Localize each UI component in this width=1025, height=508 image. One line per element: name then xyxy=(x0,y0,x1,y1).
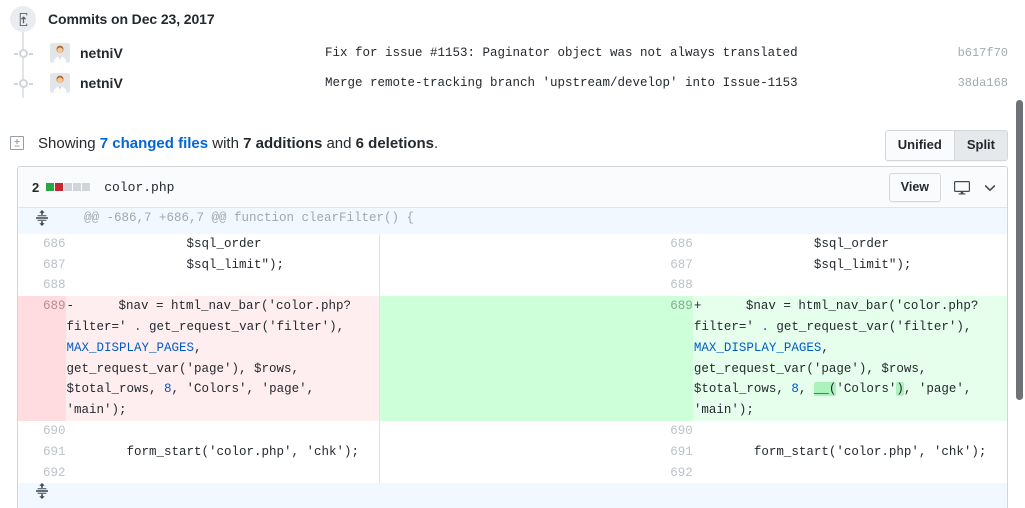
showing-and: and xyxy=(322,134,356,152)
avatar xyxy=(50,43,70,63)
diff-view-toggle[interactable]: Unified Split xyxy=(884,130,1008,161)
line-number-left[interactable]: 690 xyxy=(18,420,66,442)
code-cell-right[interactable]: $sql_order xyxy=(693,233,1007,255)
line-number-right[interactable]: 687 xyxy=(379,254,694,276)
line-number-left[interactable]: 688 xyxy=(18,275,66,297)
line-number-right[interactable]: 688 xyxy=(379,275,694,297)
line-number-right[interactable]: 689 xyxy=(379,296,694,421)
view-button[interactable]: View xyxy=(888,173,941,202)
diff-summary-text: Showing 7 changed files with 7 additions… xyxy=(38,135,438,152)
commit-author[interactable]: netniV xyxy=(80,75,123,91)
line-number-right[interactable]: 692 xyxy=(379,462,694,484)
code-cell-right[interactable] xyxy=(693,275,1007,297)
table-row-changed: 689 - $nav = html_nav_bar('color.php?fil… xyxy=(18,296,1007,421)
commit-author[interactable]: netniV xyxy=(80,45,123,61)
commit-message[interactable]: Fix for issue #1153: Paginator object wa… xyxy=(325,46,798,60)
table-row: 690 690 xyxy=(18,420,1007,442)
diffstat-blocks xyxy=(46,183,91,191)
commit-group-header: Commits on Dec 23, 2017 xyxy=(0,0,1025,38)
code-cell-right-added[interactable]: + $nav = html_nav_bar('color.php?filter=… xyxy=(693,296,1007,421)
file-name[interactable]: color.php xyxy=(104,180,174,195)
unfold-icon[interactable] xyxy=(18,208,66,234)
showing-suffix: . xyxy=(434,134,439,152)
code-cell-left[interactable] xyxy=(66,462,381,484)
diffstat-block-neutral xyxy=(73,183,82,191)
hunk-header-row: @@ -686,7 +686,7 @@ function clearFilter… xyxy=(18,208,1007,234)
chevron-down-icon[interactable] xyxy=(983,181,997,195)
code-cell-right[interactable] xyxy=(693,420,1007,442)
expand-bottom-area[interactable] xyxy=(66,483,1007,508)
line-number-left[interactable]: 686 xyxy=(18,233,66,255)
avatar xyxy=(50,73,70,93)
commit-group-title: Commits on Dec 23, 2017 xyxy=(48,11,215,27)
diffstat-block-neutral xyxy=(82,183,91,191)
table-row: 687 $sql_limit"); 687 $sql_limit"); xyxy=(18,254,1007,276)
diff-summary-bar: Showing 7 changed files with 7 additions… xyxy=(0,120,1025,166)
table-row: 692 692 xyxy=(18,462,1007,484)
deletions-count: 6 deletions xyxy=(355,134,435,152)
github-commits-diff-page: Commits on Dec 23, 2017 netniV Fix for i… xyxy=(0,0,1025,508)
commit-sha[interactable]: b617f70 xyxy=(958,46,1008,60)
file-header: 2 color.php View xyxy=(18,167,1007,208)
showing-with: with xyxy=(208,134,244,152)
file-diff-box: 2 color.php View @@ -686,7 +686,7 @@ fun… xyxy=(17,166,1008,508)
changed-files-link[interactable]: 7 changed files xyxy=(100,135,208,152)
table-row: 688 688 xyxy=(18,275,1007,297)
unfold-icon[interactable] xyxy=(18,483,66,508)
commit-message[interactable]: Merge remote-tracking branch 'upstream/d… xyxy=(325,76,798,90)
expand-bottom-row[interactable] xyxy=(18,483,1007,508)
commit-row[interactable]: netniV Fix for issue #1153: Paginator ob… xyxy=(0,38,1025,68)
code-cell-left[interactable]: $sql_order xyxy=(66,233,381,255)
tab-split[interactable]: Split xyxy=(953,131,1007,160)
scrollbar-thumb[interactable] xyxy=(1016,100,1023,400)
hunk-header-text: @@ -686,7 +686,7 @@ function clearFilter… xyxy=(66,208,1007,234)
git-commit-push-icon xyxy=(10,6,36,32)
tab-unified[interactable]: Unified xyxy=(885,131,954,160)
line-number-right[interactable]: 686 xyxy=(379,233,694,255)
file-actions: View xyxy=(888,167,997,208)
additions-count: 7 additions xyxy=(243,134,323,152)
code-cell-right[interactable]: $sql_limit"); xyxy=(693,254,1007,276)
table-row: 686 $sql_order 686 $sql_order xyxy=(18,233,1007,255)
line-number-left[interactable]: 692 xyxy=(18,462,66,484)
code-cell-right[interactable] xyxy=(693,462,1007,484)
line-number-left[interactable]: 687 xyxy=(18,254,66,276)
diffstat-count: 2 xyxy=(32,179,40,195)
code-cell-left[interactable]: form_start('color.php', 'chk'); xyxy=(66,441,381,463)
line-number-right[interactable]: 691 xyxy=(379,441,694,463)
code-cell-right[interactable]: form_start('color.php', 'chk'); xyxy=(693,441,1007,463)
addition-marker: + xyxy=(693,299,702,314)
diffstat-block-del xyxy=(55,183,64,191)
code-cell-left[interactable] xyxy=(66,420,381,442)
diffstat-block-neutral xyxy=(64,183,73,191)
code-cell-left-deleted[interactable]: - $nav = html_nav_bar('color.php?filter=… xyxy=(66,296,381,421)
diffstat-block-add xyxy=(46,183,55,191)
commit-row[interactable]: netniV Merge remote-tracking branch 'ups… xyxy=(0,68,1025,98)
deletion-marker: - xyxy=(66,299,75,314)
line-number-right[interactable]: 690 xyxy=(379,420,694,442)
page-scrollbar[interactable] xyxy=(1016,0,1025,508)
code-cell-left[interactable]: $sql_limit"); xyxy=(66,254,381,276)
commit-node-marker xyxy=(10,48,36,58)
commits-section: Commits on Dec 23, 2017 netniV Fix for i… xyxy=(0,0,1025,98)
line-number-left[interactable]: 689 xyxy=(18,296,66,421)
diff-table: @@ -686,7 +686,7 @@ function clearFilter… xyxy=(18,208,1007,508)
showing-prefix: Showing xyxy=(38,134,100,152)
commit-sha[interactable]: 38da168 xyxy=(958,76,1008,90)
line-number-left[interactable]: 691 xyxy=(18,441,66,463)
monitor-icon[interactable] xyxy=(954,180,970,195)
code-cell-left[interactable] xyxy=(66,275,381,297)
commit-node-marker xyxy=(10,78,36,88)
table-row: 691 form_start('color.php', 'chk'); 691 … xyxy=(18,441,1007,463)
file-diff-icon xyxy=(10,135,26,151)
